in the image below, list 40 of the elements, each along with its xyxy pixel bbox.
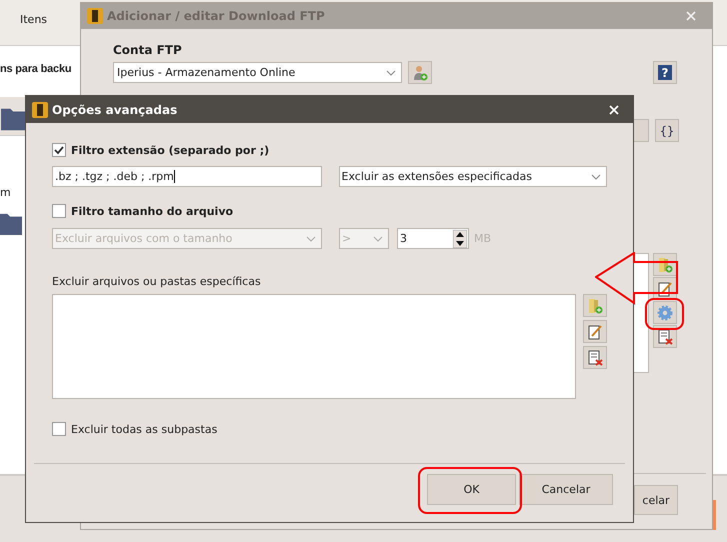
delete-icon [657,328,673,344]
delete-button[interactable] [583,346,607,369]
add-folder-icon [657,256,673,272]
section-heading: ns para backu [0,63,72,75]
size-spinner[interactable]: 3 [397,228,469,249]
delete-button[interactable] [653,325,677,348]
variables-button[interactable]: {} [655,119,679,142]
app-logo-icon [87,8,103,24]
checkbox-label: Filtro tamanho do arquivo [71,204,234,218]
add-folder-icon [587,298,603,314]
edit-button[interactable] [583,320,607,343]
checkbox-label: Excluir todas as subpastas [71,422,218,436]
chevron-icon [306,236,316,242]
settings-icon [657,304,673,320]
section-label: Excluir arquivos ou pastas específicas [52,275,262,288]
items-tab[interactable]: Itens [20,13,48,26]
chevron-icon [373,236,383,242]
column-header: m [0,186,11,199]
window-title: Adicionar / editar Download FTP [107,9,326,23]
app-logo-icon [32,102,48,118]
account-dropdown[interactable]: Iperius - Armazenamento Online [113,62,402,83]
delete-icon [587,350,603,366]
highlight-ring [645,298,684,330]
checkbox[interactable] [52,204,66,218]
folder-icon [0,212,22,236]
add-user-icon [412,64,428,80]
extension-field[interactable]: .bz ; .tgz ; .deb ; .rpm [52,166,322,187]
cancel-button[interactable]: Cancelar [519,474,613,505]
edit-icon [587,324,603,340]
checkbox[interactable] [52,143,66,157]
checkbox-label: Filtro extensão (separado por ;) [71,144,270,156]
field-label: Conta FTP [113,43,182,57]
ok-button[interactable]: OK [427,474,516,505]
filter-mode-dropdown[interactable]: Excluir as extensões especificadas [338,166,607,187]
window-title: Opções avançadas [52,102,178,116]
chevron-icon [386,70,396,76]
help-button[interactable]: ? [653,61,677,84]
chevron-icon [591,174,601,180]
checkbox[interactable] [52,422,66,436]
cancel-button[interactable]: celar [634,485,678,515]
